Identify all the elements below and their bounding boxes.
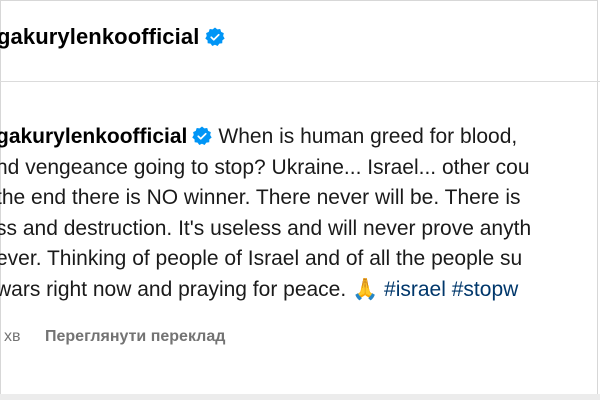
post-header: gakurylenkoofficial bbox=[0, 0, 600, 80]
bottom-edge bbox=[0, 394, 600, 400]
header-username-text[interactable]: gakurylenkoofficial bbox=[0, 24, 199, 50]
caption-username[interactable]: gakurylenkoofficial bbox=[0, 125, 187, 148]
caption-line-4: ss and destruction. It's useless and wil… bbox=[0, 216, 532, 240]
praying-hands-emoji: 🙏 bbox=[352, 277, 379, 301]
caption-text: wars right now and praying for peace. bbox=[0, 277, 353, 301]
header-divider bbox=[0, 81, 600, 82]
verified-badge-icon bbox=[205, 27, 226, 47]
header-username[interactable]: gakurylenkoofficial bbox=[0, 24, 226, 50]
caption-line-3: the end there is NO winner. There never … bbox=[0, 186, 521, 209]
caption-line-5: ever. Thinking of people of Israel and o… bbox=[0, 247, 523, 270]
post-caption: gakurylenkoofficial When is human greed f… bbox=[0, 122, 600, 305]
caption-line-2: nd vengeance going to stop? Ukraine... I… bbox=[0, 155, 530, 179]
caption-text: When is human greed for blood, bbox=[218, 125, 518, 148]
verified-badge-icon bbox=[192, 126, 213, 146]
hashtag-link[interactable]: #israel bbox=[384, 278, 446, 301]
hashtag-link[interactable]: #stopw bbox=[452, 278, 519, 301]
see-translation-button[interactable]: Переглянути переклад bbox=[45, 328, 225, 346]
caption-line-1: gakurylenkoofficial When is human greed f… bbox=[0, 122, 600, 153]
post-timestamp[interactable]: хв bbox=[4, 328, 21, 346]
caption-line-6: wars right now and praying for peace. 🙏 … bbox=[0, 275, 600, 306]
